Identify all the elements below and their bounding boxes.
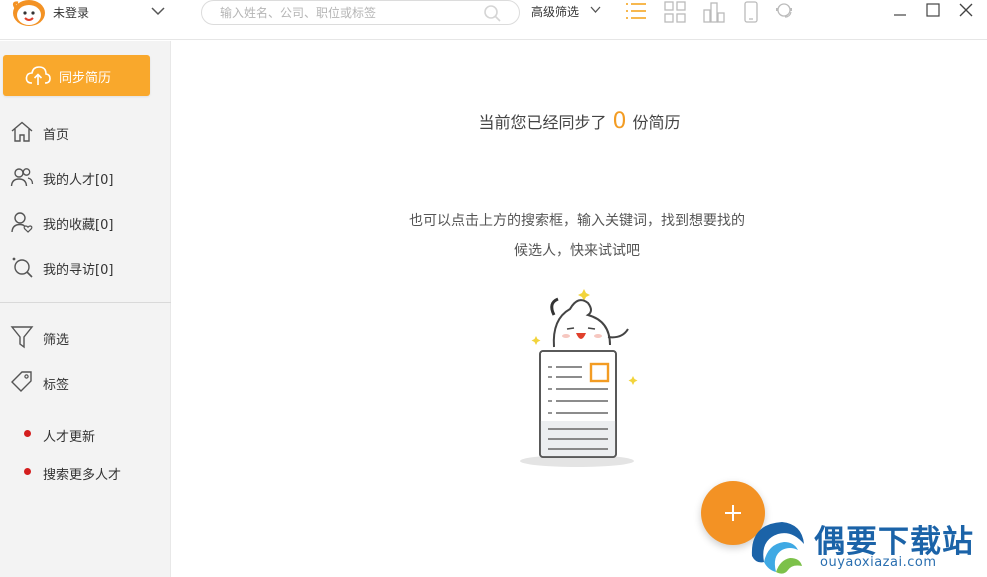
empty-hint: 也可以点击上方的搜索框，输入关键词，找到想要找的 候选人，快来试试吧 (362, 206, 792, 266)
org-chart-icon[interactable] (703, 1, 725, 23)
sidebar-item-my-talent[interactable]: 我的人才[0] (0, 160, 171, 196)
search-input[interactable] (220, 4, 470, 22)
close-icon[interactable] (954, 0, 978, 22)
app-window: 未登录 高级筛选 (0, 0, 987, 577)
sidebar-item-filter[interactable]: 筛选 (0, 320, 171, 356)
sidebar-link-talent-update[interactable]: 人才更新 (0, 419, 171, 449)
sync-count: 0 (612, 109, 627, 134)
sidebar-link-label: 搜索更多人才 (43, 468, 122, 483)
hint-line: 也可以点击上方的搜索框，输入关键词，找到想要找的 (409, 213, 745, 229)
sync-resume-label: 同步简历 (59, 71, 112, 86)
sidebar-item-label: 我的寻访[0] (43, 263, 114, 278)
sidebar-item-label: 标签 (43, 378, 70, 393)
search-box (201, 0, 520, 25)
cloud-upload-icon (25, 66, 51, 85)
sync-resume-button[interactable]: 同步简历 (3, 55, 150, 96)
search-visit-icon (12, 257, 33, 278)
sidebar-item-label: 我的收藏[0] (43, 218, 114, 233)
sidebar-item-label: 筛选 (43, 333, 70, 348)
watermark-logo-icon (751, 522, 804, 574)
advanced-filter-button[interactable]: 高级筛选 (531, 3, 579, 20)
user-avatar-icon[interactable] (10, 0, 48, 28)
list-view-icon[interactable] (625, 1, 647, 23)
sidebar-item-label: 我的人才[0] (43, 173, 114, 188)
plus-icon (725, 505, 741, 521)
red-dot-icon (24, 430, 31, 437)
maximize-icon[interactable] (921, 0, 945, 22)
grid-view-icon[interactable] (664, 1, 686, 23)
mobile-icon[interactable] (740, 1, 762, 23)
mascot-resume-illustration (520, 289, 638, 467)
sidebar: 同步简历 首页 我的人才[0] 我的收藏[0] 我的寻访[0] 筛选 标签 人才… (0, 41, 171, 577)
favorite-user-icon (11, 212, 33, 233)
watermark-domain: ouyaoxiazai.com (820, 555, 937, 570)
site-watermark: 偶要下载站 ouyaoxiazai.com (742, 510, 987, 577)
search-icon[interactable] (483, 4, 503, 22)
chevron-down-icon[interactable] (150, 4, 166, 18)
sidebar-item-home[interactable]: 首页 (0, 115, 171, 151)
sidebar-link-label: 人才更新 (43, 430, 96, 445)
sidebar-item-label: 首页 (43, 128, 70, 143)
sync-status-text: 当前您已经同步了 0 份简历 (172, 109, 987, 134)
sidebar-item-tags[interactable]: 标签 (0, 365, 171, 401)
top-bar: 未登录 高级筛选 (0, 0, 987, 40)
chevron-down-icon[interactable] (590, 5, 601, 15)
support-icon[interactable] (773, 1, 795, 23)
minimize-icon[interactable] (888, 0, 912, 22)
sidebar-divider (0, 302, 171, 303)
red-dot-icon (24, 468, 31, 475)
home-icon (11, 121, 33, 142)
login-status-label[interactable]: 未登录 (53, 4, 89, 21)
people-icon (10, 168, 34, 187)
hint-line: 候选人，快来试试吧 (514, 243, 640, 259)
sync-prefix: 当前您已经同步了 (478, 113, 607, 132)
tag-icon (11, 371, 32, 392)
sidebar-item-my-searches[interactable]: 我的寻访[0] (0, 250, 171, 286)
sidebar-link-search-more-talent[interactable]: 搜索更多人才 (0, 457, 171, 487)
sync-suffix: 份简历 (632, 113, 681, 132)
main-content: 当前您已经同步了 0 份简历 也可以点击上方的搜索框，输入关键词，找到想要找的 候选… (172, 41, 987, 577)
filter-icon (10, 326, 34, 349)
sidebar-item-my-favorites[interactable]: 我的收藏[0] (0, 205, 171, 241)
